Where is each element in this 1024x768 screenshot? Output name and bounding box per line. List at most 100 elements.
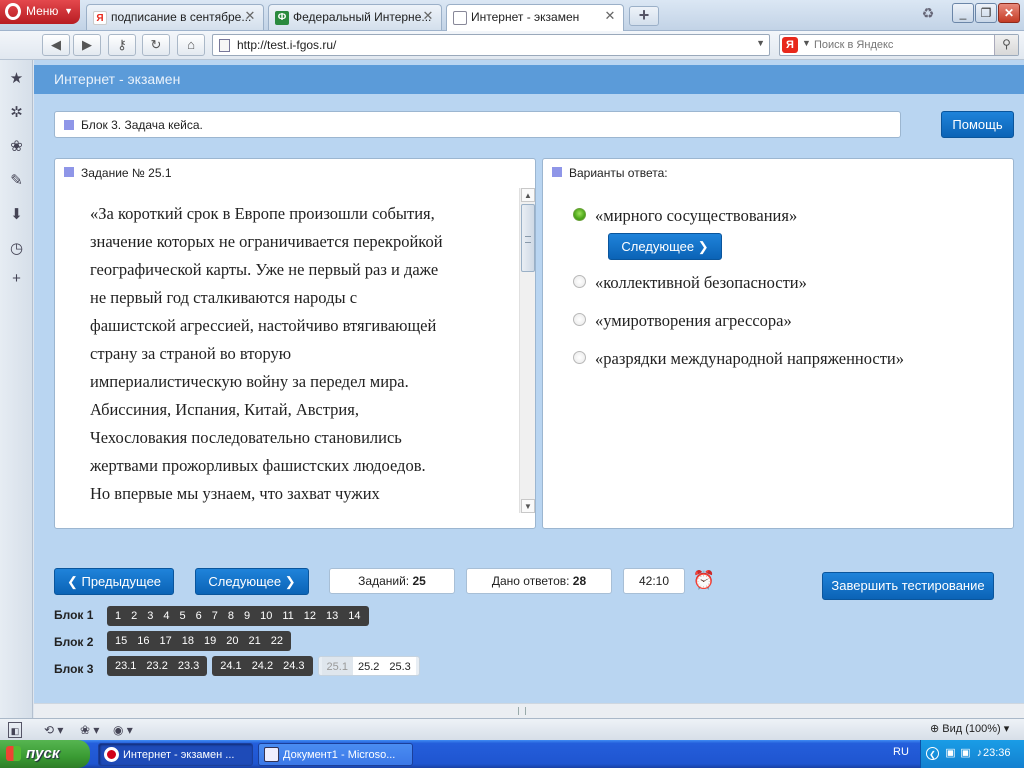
radio-icon[interactable]	[573, 313, 586, 326]
task-chip[interactable]: 25.3	[384, 657, 416, 675]
tray-expand-icon[interactable]: ❮	[926, 747, 939, 760]
chevron-down-icon: ▼	[64, 6, 73, 16]
task-chip[interactable]: 1	[110, 606, 126, 626]
task-chip[interactable]: 23.3	[173, 656, 204, 676]
chevron-down-icon[interactable]: ▼	[756, 38, 765, 48]
start-button[interactable]: пуск	[0, 740, 90, 768]
task-chip[interactable]: 4	[158, 606, 174, 626]
task-line: страну за страной во вторую	[90, 344, 292, 363]
trash-icon[interactable]: ♻	[918, 5, 938, 25]
back-button[interactable]: ◀	[42, 34, 70, 56]
close-tab-icon[interactable]: ✕	[421, 9, 435, 23]
task-chip[interactable]: 5	[175, 606, 191, 626]
zoom-control[interactable]: ⊕ Вид (100%) ▾	[930, 722, 1009, 735]
task-line: Чехословакия последовательно становились	[90, 428, 402, 447]
block-1-tasks: 1 2 3 4 5 6 7 8 9 10 11 12 13 14	[107, 606, 369, 626]
task-scrollbar[interactable]: ▲ ▼	[519, 188, 535, 513]
opera-menu-button[interactable]: Меню ▼	[0, 0, 80, 24]
task-chip[interactable]: 18	[177, 631, 199, 651]
radio-icon[interactable]	[573, 275, 586, 288]
taskbar-item-word[interactable]: Документ1 - Microso...	[258, 743, 413, 766]
task-chip[interactable]: 9	[239, 606, 255, 626]
bookmarks-icon[interactable]: ★	[7, 69, 26, 88]
turbo-icon[interactable]: ◉ ▾	[113, 722, 133, 738]
task-chip[interactable]: 6	[191, 606, 207, 626]
scroll-thumb[interactable]	[521, 204, 535, 272]
scroll-up-icon[interactable]: ▲	[521, 188, 535, 202]
task-chip[interactable]: 8	[223, 606, 239, 626]
home-button[interactable]: ⌂	[177, 34, 205, 56]
answer-option[interactable]: «разрядки международной напряженности»	[573, 349, 904, 369]
new-tab-button[interactable]: +	[629, 6, 659, 26]
task-chip[interactable]: 13	[321, 606, 343, 626]
task-chip[interactable]: 22	[266, 631, 288, 651]
help-button[interactable]: Помощь	[941, 111, 1014, 138]
task-chip[interactable]: 17	[155, 631, 177, 651]
task-chip[interactable]: 20	[221, 631, 243, 651]
task-chip[interactable]: 23.1	[110, 656, 141, 676]
tab-yandex[interactable]: Я подписание в сентябре... ✕	[86, 4, 264, 30]
task-chip[interactable]: 23.2	[141, 656, 172, 676]
task-chip[interactable]: 2	[126, 606, 142, 626]
close-tab-icon[interactable]: ✕	[603, 9, 617, 23]
next-button[interactable]: Следующее ❯	[195, 568, 309, 595]
task-chip[interactable]: 3	[142, 606, 158, 626]
task-chip[interactable]: 21	[244, 631, 266, 651]
page-horizontal-scrollbar[interactable]	[34, 703, 1024, 718]
unite-status-icon[interactable]: ❀ ▾	[80, 722, 99, 738]
task-chip[interactable]: 24.2	[247, 656, 278, 676]
sync-icon[interactable]: ⟲ ▾	[44, 722, 63, 738]
task-chip[interactable]: 16	[132, 631, 154, 651]
forward-button[interactable]: ▶	[73, 34, 101, 56]
scroll-grip[interactable]	[518, 707, 526, 715]
yandex-icon[interactable]: Я	[782, 37, 798, 53]
history-icon[interactable]: ◷	[7, 239, 26, 258]
task-chip[interactable]: 15	[110, 631, 132, 651]
downloads-icon[interactable]: ⬇	[7, 205, 26, 224]
task-chip[interactable]: 25.2	[352, 657, 385, 675]
task-chip[interactable]: 11	[277, 606, 298, 626]
tab-exam[interactable]: Интернет - экзамен ✕	[446, 4, 624, 31]
reload-button[interactable]: ↻	[142, 34, 170, 56]
prev-button[interactable]: ❮ Предыдущее	[54, 568, 174, 595]
answer-option[interactable]: «коллективной безопасности»	[573, 273, 807, 293]
search-icon[interactable]: ⚲	[994, 35, 1018, 55]
radio-selected-icon[interactable]	[573, 208, 586, 221]
language-indicator[interactable]: RU	[893, 746, 909, 758]
answers-panel: Варианты ответа: «мирного сосуществовани…	[542, 158, 1014, 529]
network-icon[interactable]: ▣	[944, 747, 957, 760]
bullet-square-icon	[552, 167, 562, 177]
minimize-button[interactable]: _	[952, 3, 974, 23]
maximize-button[interactable]: ❐	[975, 3, 997, 23]
task-panel: Задание № 25.1 «За короткий срок в Европ…	[54, 158, 536, 529]
answer-option[interactable]: «мирного сосуществования»	[573, 206, 797, 226]
unite-icon[interactable]: ❀	[7, 137, 26, 156]
task-chip[interactable]: 14	[343, 606, 365, 626]
task-chip[interactable]: 24.3	[278, 656, 309, 676]
browser-tab-bar: Меню ▼ Я подписание в сентябре... ✕ Ф Фе…	[0, 0, 1024, 31]
task-chip[interactable]: 12	[299, 606, 321, 626]
taskbar-item-opera[interactable]: Интернет - экзамен ...	[98, 743, 253, 766]
finish-test-button[interactable]: Завершить тестирование	[822, 572, 994, 600]
tab-fi[interactable]: Ф Федеральный Интерне... ✕	[268, 4, 442, 30]
close-tab-icon[interactable]: ✕	[243, 9, 257, 23]
notes-icon[interactable]: ✎	[7, 171, 26, 190]
radio-icon[interactable]	[573, 351, 586, 364]
widgets-icon[interactable]: ✲	[7, 103, 26, 122]
answer-option[interactable]: «умиротворения агрессора»	[573, 311, 792, 331]
add-panel-icon[interactable]: +	[7, 269, 26, 288]
scroll-down-icon[interactable]: ▼	[521, 499, 535, 513]
close-window-button[interactable]: ✕	[998, 3, 1020, 23]
task-chip[interactable]: 19	[199, 631, 221, 651]
search-input[interactable]	[814, 37, 984, 53]
network-icon[interactable]: ▣	[959, 747, 972, 760]
wand-key-button[interactable]: ⚷	[108, 34, 136, 56]
next-inline-button[interactable]: Следующее ❯	[608, 233, 722, 260]
panel-toggle-icon[interactable]: ◧	[8, 722, 22, 738]
task-chip[interactable]: 24.1	[215, 656, 246, 676]
chevron-down-icon[interactable]: ▼	[802, 38, 811, 48]
address-field[interactable]: http://test.i-fgos.ru/ ▼	[212, 34, 770, 56]
task-chip[interactable]: 10	[255, 606, 277, 626]
task-chip[interactable]: 7	[207, 606, 223, 626]
task-chip-current[interactable]: 25.1	[321, 657, 353, 675]
